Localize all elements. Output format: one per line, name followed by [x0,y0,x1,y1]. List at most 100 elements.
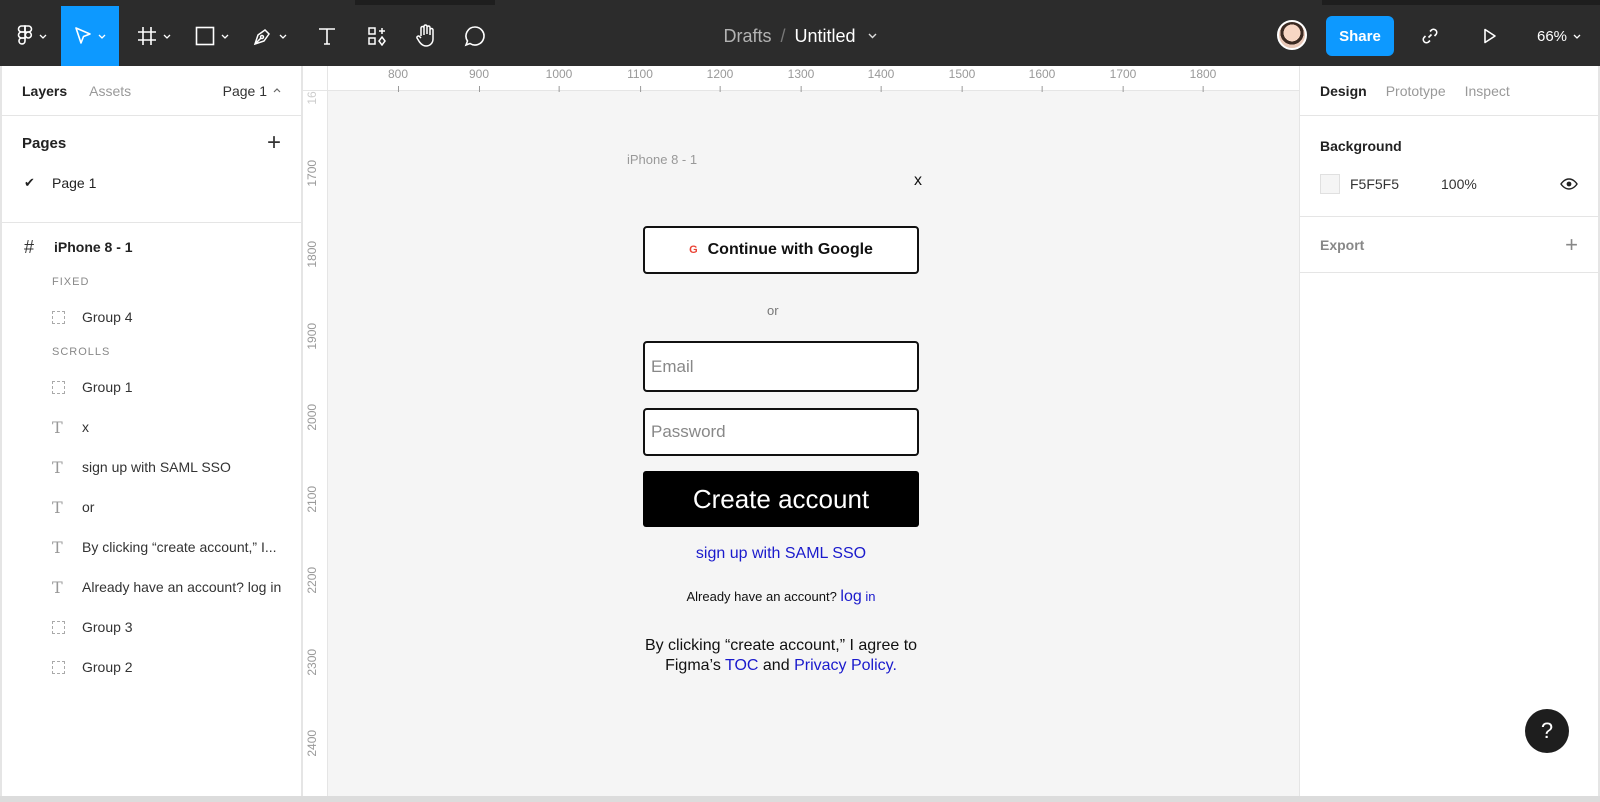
frame-label[interactable]: iPhone 8 - 1 [627,152,697,167]
pages-title: Pages [22,134,67,152]
help-button[interactable]: ? [1525,709,1569,753]
layer-row[interactable]: T Already have an account? log in [2,567,301,607]
ruler-tick: 2100 [305,485,319,513]
pen-tool-button[interactable] [246,6,294,66]
close-text[interactable]: x [914,172,922,190]
components-icon [368,27,386,46]
page-selector-label: Page 1 [222,82,267,99]
layer-label: Already have an account? log in [82,579,282,595]
color-swatch[interactable] [1320,174,1340,194]
copy-link-button[interactable] [1410,6,1450,66]
frame-hash-icon [138,27,156,45]
resources-tool-button[interactable] [357,6,397,66]
layer-frame-label: iPhone 8 - 1 [54,239,133,255]
layer-row[interactable]: Group 2 [2,647,301,687]
ruler-tick: 800 [387,67,409,92]
ruler-tick: 1900 [305,322,319,350]
play-icon [1484,28,1496,44]
tab-design[interactable]: Design [1320,83,1367,99]
layer-row[interactable]: T x [2,407,301,447]
ruler-tick: 1800 [1189,67,1217,92]
present-button[interactable] [1470,6,1510,66]
page-selector[interactable]: Page 1 [223,83,281,99]
tab-strip-segment [495,0,1322,5]
main-menu-button[interactable] [8,6,56,66]
text-tool-button[interactable] [307,6,347,66]
layer-row[interactable]: Group 4 [2,297,301,337]
divider [2,222,301,223]
layer-frame-iphone[interactable]: # iPhone 8 - 1 [2,227,301,267]
group-icon [52,620,65,634]
continue-with-google-button[interactable]: G Continue with Google [643,226,919,274]
layer-section-fixed: FIXED [52,276,90,288]
ruler-top: 800 900 1000 1100 1200 1300 1400 1500 16… [328,66,1299,92]
layer-row[interactable]: T or [2,487,301,527]
breadcrumb-drafts-link[interactable]: Drafts [723,26,771,47]
share-button[interactable]: Share [1326,16,1394,56]
tab-layers[interactable]: Layers [22,83,67,99]
ruler-tick: 1700 [305,159,319,187]
saml-sso-link[interactable]: sign up with SAML SSO [643,545,919,563]
chevron-down-icon[interactable] [868,33,877,39]
background-opacity-input[interactable]: 100% [1441,176,1477,192]
move-tool-button[interactable] [61,6,119,66]
terms-line-2: Figma’s TOC and Privacy Policy. [633,656,929,676]
layer-row[interactable]: Group 3 [2,607,301,647]
chevron-down-icon [221,34,229,39]
toc-link[interactable]: TOC [725,657,758,674]
comment-tool-button[interactable] [453,6,497,66]
page-item-label: Page 1 [52,175,97,191]
canvas[interactable]: 800 900 1000 1100 1200 1300 1400 1500 16… [303,66,1299,796]
shape-tool-button[interactable] [188,6,236,66]
top-toolbar: Drafts / Untitled Share 66% [0,0,1600,66]
layer-row[interactable]: T sign up with SAML SSO [2,447,301,487]
google-button-label: Continue with Google [707,241,873,258]
export-title: Export [1320,236,1365,253]
add-export-icon[interactable]: + [1565,232,1578,258]
group-icon [52,380,65,394]
layer-label: Group 2 [82,659,133,675]
login-link[interactable]: log [840,588,861,605]
terms-text: By clicking “create account,” I agree to… [633,636,929,676]
chevron-down-icon [98,34,106,39]
add-page-icon[interactable]: + [267,131,281,155]
tab-inspect[interactable]: Inspect [1465,83,1510,99]
pen-icon [253,29,270,46]
layer-label: x [82,419,89,435]
ruler-corner [303,66,328,91]
ruler-tick: 1700 [1109,67,1137,92]
background-hex-input[interactable]: F5F5F5 [1350,176,1399,192]
eye-icon[interactable] [1560,178,1578,190]
hand-tool-button[interactable] [404,6,448,66]
text-t-icon [319,28,335,45]
privacy-policy-link[interactable]: Privacy Policy. [794,657,897,674]
frame-tool-button[interactable] [130,6,178,66]
ruler-tick: 1300 [787,67,815,92]
zoom-dropdown[interactable]: 66% [1537,6,1581,66]
layer-row[interactable]: Group 1 [2,367,301,407]
ruler-tick: 1500 [948,67,976,92]
page-item-page-1[interactable]: ✔ Page 1 [2,168,301,198]
text-layer-icon: T [52,537,63,557]
user-avatar[interactable] [1277,20,1307,50]
tab-assets[interactable]: Assets [89,83,131,99]
create-account-button[interactable]: Create account [643,471,919,527]
hand-icon [416,24,434,47]
text-layer-icon: T [52,457,63,477]
ruler-tick: 1600 [1028,67,1056,92]
text-layer-icon: T [52,417,63,437]
ruler-tick: 2200 [305,566,319,594]
password-field[interactable]: Password [643,408,919,456]
chevron-down-icon [279,34,287,39]
layer-label: or [82,499,95,515]
tab-prototype[interactable]: Prototype [1386,83,1446,99]
text-layer-icon: T [52,577,63,597]
group-icon [52,660,65,674]
login-link-in[interactable]: in [865,589,875,604]
file-name[interactable]: Untitled [795,26,856,47]
terms-figma: Figma’s [665,657,721,674]
layer-row[interactable]: T By clicking “create account,” I... [2,527,301,567]
right-panel: Design Prototype Inspect Background F5F5… [1299,66,1598,796]
email-field[interactable]: Email [643,341,919,392]
ruler-tick: 1800 [305,240,319,268]
